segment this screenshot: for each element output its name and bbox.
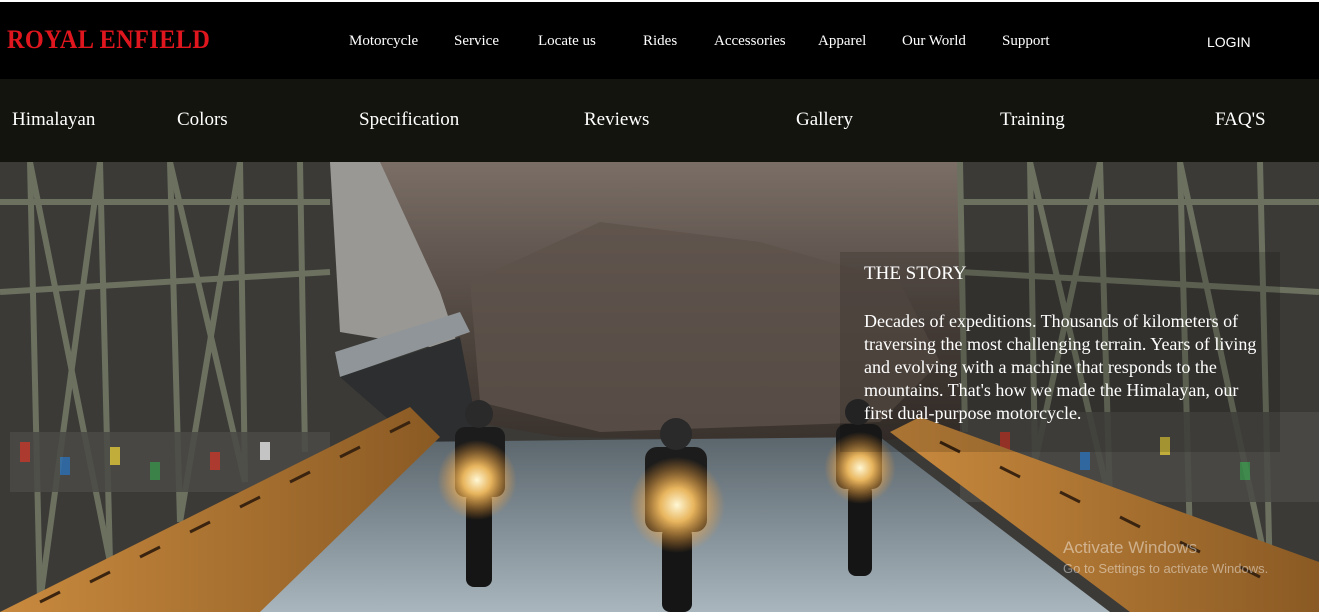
nav-apparel[interactable]: Apparel <box>818 32 866 50</box>
nav-accessories[interactable]: Accessories <box>714 32 786 50</box>
subnav-gallery[interactable]: Gallery <box>796 109 853 131</box>
watermark-title: Activate Windows <box>1063 538 1198 557</box>
story-title: THE STORY <box>864 263 967 284</box>
subnav-himalayan[interactable]: Himalayan <box>12 109 95 131</box>
activate-windows-watermark: Activate Windows Go to Settings to activ… <box>1063 538 1268 577</box>
top-navigation: ROYAL ENFIELD Motorcycle Service Locate … <box>0 0 1319 79</box>
nav-service[interactable]: Service <box>454 32 499 50</box>
subnav-training[interactable]: Training <box>1000 109 1065 131</box>
nav-support[interactable]: Support <box>1002 32 1050 50</box>
subnav-specification[interactable]: Specification <box>359 109 459 131</box>
subnav-colors[interactable]: Colors <box>177 109 228 131</box>
model-subnav: Himalayan Colors Specification Reviews G… <box>0 79 1319 162</box>
royal-enfield-logo[interactable]: ROYAL ENFIELD <box>7 25 210 55</box>
story-text: Decades of expeditions. Thousands of kil… <box>864 311 1257 423</box>
watermark-subtitle: Go to Settings to activate Windows. <box>1063 561 1269 576</box>
nav-locate-us[interactable]: Locate us <box>538 32 596 50</box>
login-link[interactable]: LOGIN <box>1207 33 1251 51</box>
subnav-reviews[interactable]: Reviews <box>584 109 649 131</box>
nav-rides[interactable]: Rides <box>643 32 677 50</box>
nav-our-world[interactable]: Our World <box>902 32 966 50</box>
nav-motorcycle[interactable]: Motorcycle <box>349 32 418 50</box>
subnav-faqs[interactable]: FAQ'S <box>1215 109 1266 131</box>
